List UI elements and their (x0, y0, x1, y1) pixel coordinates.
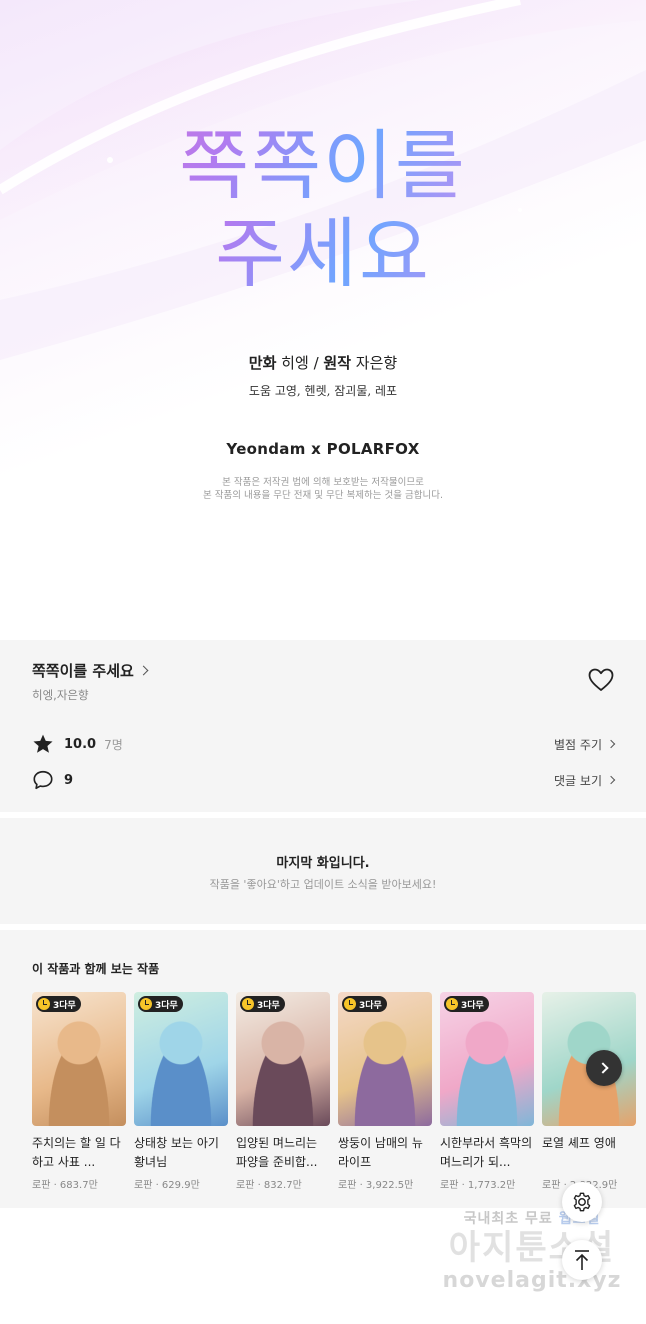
clock-icon (38, 998, 50, 1010)
rating-value: 10.0 (64, 736, 97, 752)
credits: 만화 히엥 / 원작 자은향 (0, 352, 646, 373)
work-info-panel: 쪽쪽이를 주세요 히엥,자은향 10.0 7명 별점 주기 9 댓글 보기 (0, 640, 646, 812)
badge-label: 3다무 (257, 1000, 280, 1011)
recommendation-card[interactable]: 3다무쌍둥이 남매의 뉴라이프로판 · 3,922.5만 (338, 992, 432, 1191)
recommendations-section: 이 작품과 함께 보는 작품 3다무주치의는 할 일 다 하고 사표 ... 로판… (0, 930, 646, 1208)
badge-label: 3다무 (461, 1000, 484, 1011)
cover-background (0, 0, 646, 360)
recommendation-title[interactable]: 주치의는 할 일 다 하고 사표 ... (32, 1134, 126, 1172)
settings-button[interactable] (562, 1182, 602, 1222)
last-episode-notice: 마지막 화입니다. 작품을 '좋아요'하고 업데이트 소식을 받아보세요! (0, 818, 646, 924)
view-comments-label: 댓글 보기 (554, 773, 602, 788)
star-icon (33, 734, 53, 753)
recommendation-title[interactable]: 쌍둥이 남매의 뉴라이프 (338, 1134, 432, 1172)
copyright-notice: 본 작품은 저작권 법에 의해 보호받는 저작물이므로 본 작품의 내용을 무단… (0, 476, 646, 502)
wait-free-badge: 3다무 (444, 996, 489, 1012)
copyright-notice-line1: 본 작품은 저작권 법에 의해 보호받는 저작물이므로 (222, 477, 424, 488)
comment-count: 9 (64, 772, 74, 788)
rating-count: 7명 (104, 737, 123, 752)
gear-icon (573, 1192, 591, 1212)
heart-icon[interactable] (588, 668, 614, 692)
recommendation-card[interactable]: 3다무주치의는 할 일 다 하고 사표 ... 로판 · 683.7만 (32, 992, 126, 1191)
credit-manhwa-name: 히엥 (281, 354, 309, 372)
work-title-link[interactable]: 쪽쪽이를 주세요 (32, 660, 149, 681)
badge-label: 3다무 (53, 1000, 76, 1011)
recommendation-title[interactable]: 입양된 며느리는 파양을 준비합... (236, 1134, 330, 1172)
publisher-logo: Yeondam x POLARFOX (226, 440, 420, 458)
recommendation-thumbnail[interactable]: 3다무 (32, 992, 126, 1126)
recommendation-title[interactable]: 로열 셰프 영애 (542, 1134, 636, 1172)
watermark-line3: novelagit.xyz (442, 1268, 622, 1293)
wait-free-badge: 3다무 (240, 996, 285, 1012)
recommendation-meta: 로판 · 3,922.5만 (338, 1180, 414, 1191)
clock-icon (242, 998, 254, 1010)
recommendation-meta: 로판 · 683.7만 (32, 1180, 98, 1191)
wait-free-badge: 3다무 (36, 996, 81, 1012)
rate-button[interactable]: 별점 주기 (554, 736, 616, 753)
chevron-right-icon (606, 775, 616, 785)
credit-original-name: 자은향 (355, 354, 398, 372)
chevron-right-icon (596, 1062, 609, 1074)
view-comments-button[interactable]: 댓글 보기 (554, 772, 616, 789)
recommendation-title[interactable]: 시한부라서 흑막의 며느리가 되... (440, 1134, 534, 1172)
wait-free-badge: 3다무 (342, 996, 387, 1012)
watermark: 국내최초 무료 웹소설 아지툰소설 novelagit.xyz (432, 1208, 632, 1293)
wait-free-badge: 3다무 (138, 996, 183, 1012)
badge-label: 3다무 (359, 1000, 382, 1011)
chevron-right-icon (606, 739, 616, 749)
credit-separator: / (313, 354, 319, 372)
last-episode-heading: 마지막 화입니다. (276, 856, 370, 871)
comment-row: 9 댓글 보기 (32, 768, 616, 792)
speech-bubble-icon (33, 770, 53, 790)
recommendation-card[interactable]: 로열 셰프 영애로판 · 2,822.9만 (542, 992, 636, 1191)
clock-icon (344, 998, 356, 1010)
credit-original-label: 원작 (323, 354, 352, 372)
recommendations-heading: 이 작품과 함께 보는 작품 (32, 962, 160, 976)
arrow-up-icon (575, 1250, 589, 1270)
watermark-line1a: 국내최초 무료 (463, 1211, 553, 1227)
recommendation-meta: 로판 · 832.7만 (236, 1180, 302, 1191)
credit-helpers: 도움 고영, 헨렛, 잠괴물, 레포 (248, 384, 398, 398)
recommendation-thumbnail[interactable]: 3다무 (236, 992, 330, 1126)
scroll-top-button[interactable] (562, 1240, 602, 1280)
copyright-notice-line2: 본 작품의 내용을 무단 전재 및 무단 복제하는 것을 금합니다. (203, 490, 443, 501)
rate-button-label: 별점 주기 (554, 737, 602, 752)
work-title: 쪽쪽이를 주세요 (32, 662, 134, 680)
recommendation-card[interactable]: 3다무입양된 며느리는 파양을 준비합... 로판 · 832.7만 (236, 992, 330, 1191)
badge-label: 3다무 (155, 1000, 178, 1011)
last-episode-subtext: 작품을 '좋아요'하고 업데이트 소식을 받아보세요! (209, 878, 437, 891)
recommendation-thumbnail[interactable]: 3다무 (134, 992, 228, 1126)
clock-icon (446, 998, 458, 1010)
cover-image: 쪽쪽이를 주세요 만화 히엥 / 원작 자은향 도움 고영, 헨렛, 잠괴물, … (0, 0, 646, 640)
cover-title-line2: 주세요 (0, 192, 646, 302)
recommendation-card[interactable]: 3다무시한부라서 흑막의 며느리가 되... 로판 · 1,773.2만 (440, 992, 534, 1191)
recommendation-card[interactable]: 3다무상태창 보는 아기 황녀님로판 · 629.9만 (134, 992, 228, 1191)
recommendation-meta: 로판 · 629.9만 (134, 1180, 200, 1191)
watermark-line2: 아지툰소설 (448, 1228, 616, 1268)
work-authors: 히엥,자은향 (32, 688, 89, 702)
recommendation-meta: 로판 · 1,773.2만 (440, 1180, 516, 1191)
clock-icon (140, 998, 152, 1010)
recommendation-thumbnail[interactable]: 3다무 (440, 992, 534, 1126)
carousel-next-button[interactable] (586, 1050, 622, 1086)
recommendation-thumbnail[interactable]: 3다무 (338, 992, 432, 1126)
rating-row: 10.0 7명 별점 주기 (32, 732, 616, 756)
credit-manhwa-label: 만화 (248, 354, 277, 372)
recommendation-title[interactable]: 상태창 보는 아기 황녀님 (134, 1134, 228, 1172)
chevron-right-icon (138, 665, 149, 676)
